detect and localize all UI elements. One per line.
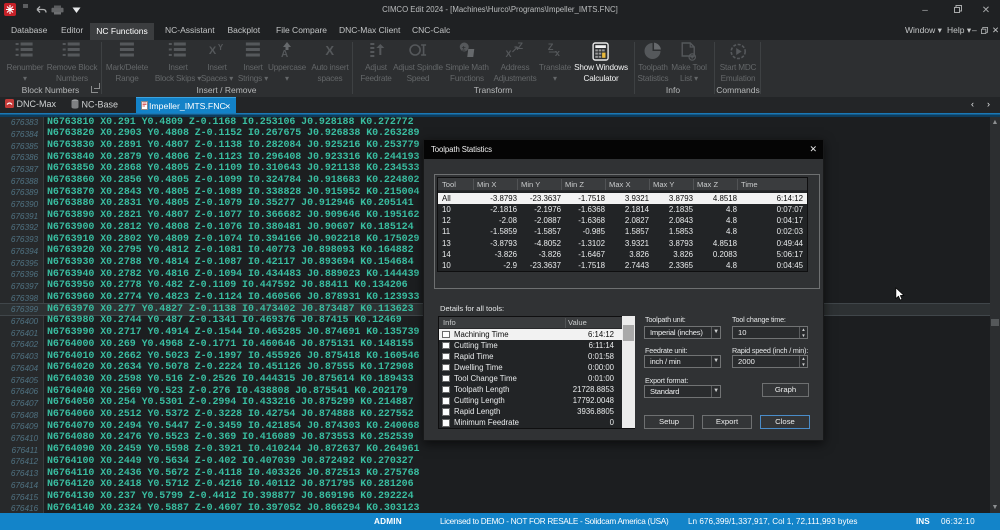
svg-text:Z: Z (548, 42, 554, 52)
svg-text:X: X (209, 45, 217, 57)
svg-text:X: X (505, 49, 511, 58)
svg-text:Y: Y (218, 43, 224, 52)
svg-text:x: x (555, 48, 560, 58)
svg-text:±: ± (462, 46, 466, 53)
svg-text:Z: Z (517, 42, 523, 51)
svg-text:A: A (281, 49, 288, 58)
svg-text:X: X (325, 43, 334, 58)
